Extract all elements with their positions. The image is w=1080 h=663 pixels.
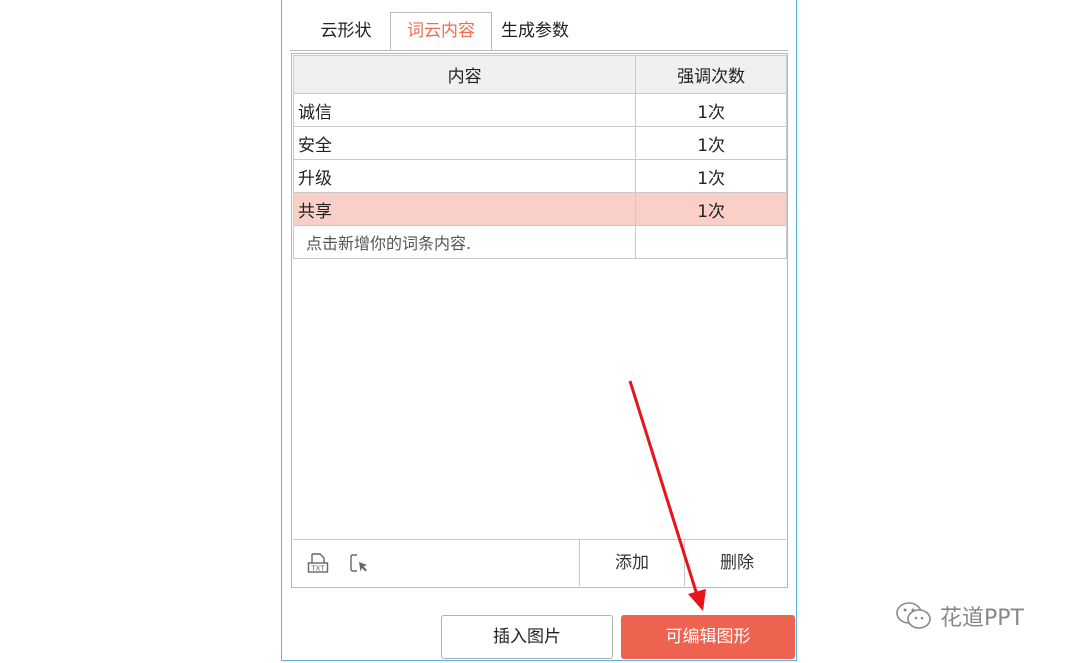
- tab-bar: 云形状 词云内容 生成参数: [282, 0, 796, 52]
- word-cell[interactable]: 安全: [292, 126, 637, 160]
- table-row[interactable]: 诚信 1次: [292, 93, 787, 127]
- new-entry-count-cell[interactable]: [635, 225, 787, 259]
- table-row[interactable]: 安全 1次: [292, 126, 787, 160]
- word-cell[interactable]: 升级: [292, 159, 637, 193]
- table-row[interactable]: 升级 1次: [292, 159, 787, 193]
- header-content[interactable]: 内容: [292, 55, 637, 94]
- table-row-selected[interactable]: 共享 1次: [292, 192, 787, 226]
- watermark: 花道PPT: [894, 598, 1024, 634]
- list-toolbar: TXT 添加 删除: [293, 539, 786, 586]
- word-table: 内容 强调次数 诚信 1次 安全 1次 升级 1次 共享 1次 点击新增你的词条…: [292, 55, 787, 259]
- count-cell[interactable]: 1次: [635, 93, 787, 127]
- count-cell[interactable]: 1次: [635, 192, 787, 226]
- svg-text:TXT: TXT: [310, 565, 325, 573]
- tab-divider: [290, 50, 788, 51]
- tab-cloud-content[interactable]: 词云内容: [390, 12, 492, 50]
- word-cell[interactable]: 诚信: [292, 93, 637, 127]
- new-entry-row[interactable]: 点击新增你的词条内容.: [292, 225, 787, 259]
- add-button[interactable]: 添加: [579, 540, 684, 586]
- delete-button[interactable]: 删除: [684, 540, 789, 586]
- tab-generate-params[interactable]: 生成参数: [494, 12, 576, 50]
- word-list: 内容 强调次数 诚信 1次 安全 1次 升级 1次 共享 1次 点击新增你的词条…: [291, 53, 788, 588]
- word-cell[interactable]: 共享: [292, 192, 637, 226]
- editable-shape-button[interactable]: 可编辑图形: [621, 615, 795, 659]
- table-header-row: 内容 强调次数: [292, 55, 787, 94]
- header-emphasis-count[interactable]: 强调次数: [635, 55, 787, 94]
- count-cell[interactable]: 1次: [635, 159, 787, 193]
- wechat-icon: [896, 602, 931, 629]
- tab-cloud-shape[interactable]: 云形状: [310, 12, 382, 50]
- new-entry-placeholder[interactable]: 点击新增你的词条内容.: [292, 225, 637, 259]
- watermark-text: 花道PPT: [940, 606, 1024, 631]
- wordcloud-panel: 云形状 词云内容 生成参数 内容 强调次数 诚信 1次 安全 1次 升级 1次: [281, 0, 797, 661]
- import-txt-icon[interactable]: TXT: [307, 552, 329, 574]
- count-cell[interactable]: 1次: [635, 126, 787, 160]
- select-cursor-icon[interactable]: [349, 552, 371, 574]
- insert-image-button[interactable]: 插入图片: [441, 615, 613, 659]
